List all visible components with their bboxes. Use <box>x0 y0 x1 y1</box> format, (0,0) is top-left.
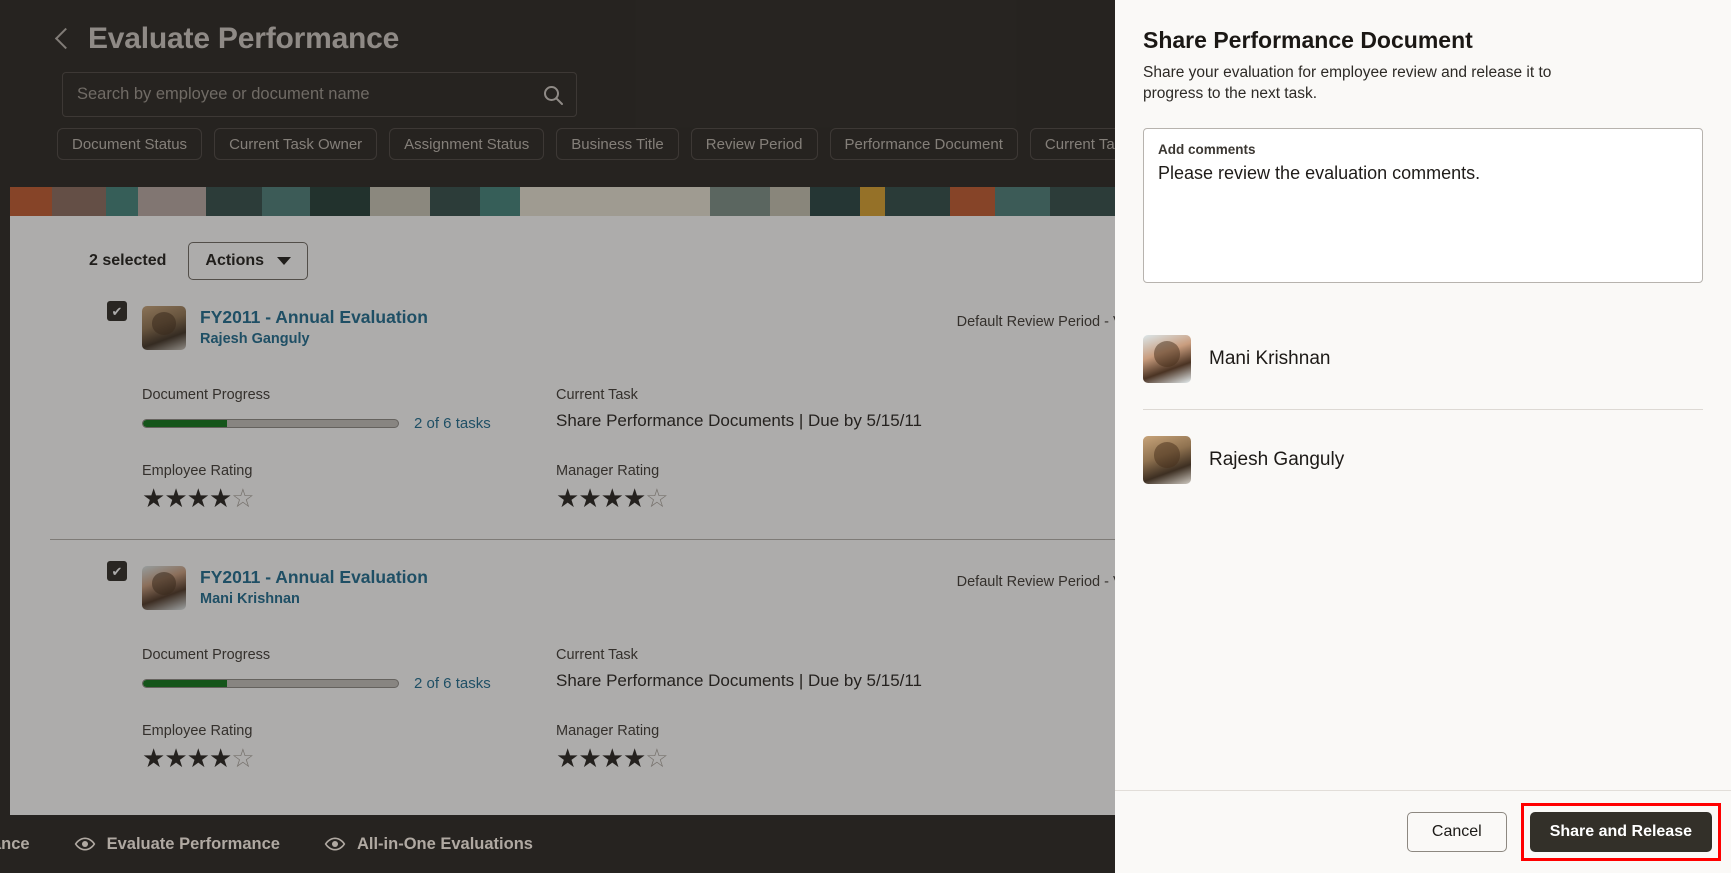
add-comments-box[interactable]: Add comments <box>1143 128 1703 283</box>
avatar <box>1143 436 1191 484</box>
shared-people-list: Mani Krishnan Rajesh Ganguly <box>1115 309 1731 510</box>
share-and-release-button[interactable]: Share and Release <box>1529 812 1712 852</box>
title-row: Evaluate Performance <box>0 0 1232 58</box>
manager-rating-label: Manager Rating <box>556 463 660 479</box>
filter-chip-document-status[interactable]: Document Status <box>57 128 203 160</box>
filter-chip-current-task-owner[interactable]: Current Task Owner <box>214 128 378 160</box>
document-progress-line: 2 of 6 tasks <box>142 675 556 692</box>
decorative-banner-image <box>10 187 1232 216</box>
row-name-block: FY2011 - Annual Evaluation Mani Krishnan <box>200 566 428 609</box>
progress-bar-fill <box>143 680 228 687</box>
person-name: Mani Krishnan <box>1209 348 1331 369</box>
progress-bar-fill <box>143 420 228 427</box>
add-comments-label: Add comments <box>1158 142 1256 157</box>
screen-root: Evaluate Performance Document Status Cur… <box>0 0 1731 873</box>
avatar <box>142 306 186 350</box>
document-title-link[interactable]: FY2011 - Annual Evaluation <box>200 306 428 329</box>
cancel-button[interactable]: Cancel <box>1406 812 1507 852</box>
panel-spacer <box>1115 510 1731 790</box>
filter-chip-performance-document[interactable]: Performance Document <box>829 128 1018 160</box>
nav-item-all-in-one-evaluations[interactable]: All-in-One Evaluations <box>302 833 555 855</box>
document-progress-block: Document Progress 2 of 6 tasks <box>142 646 556 692</box>
manager-rating-stars: ★★★★☆ <box>556 743 669 773</box>
add-comments-input[interactable] <box>1158 161 1688 261</box>
current-task-label: Current Task <box>556 387 638 403</box>
page-title: Evaluate Performance <box>88 22 400 55</box>
filter-chip-assignment-status[interactable]: Assignment Status <box>389 128 545 160</box>
employee-rating-label: Employee Rating <box>142 723 253 739</box>
document-progress-line: 2 of 6 tasks <box>142 415 556 432</box>
eye-icon <box>74 833 96 855</box>
document-progress-label: Document Progress <box>142 387 271 403</box>
table-row: FY2011 - Annual Evaluation Rajesh Gangul… <box>10 280 1232 540</box>
search-box[interactable] <box>62 72 577 117</box>
progress-tasks-link[interactable]: 2 of 6 tasks <box>414 415 491 432</box>
nav-item-evaluate-performance[interactable]: Evaluate Performance <box>52 833 302 855</box>
actions-button-label: Actions <box>205 252 265 269</box>
actions-button[interactable]: Actions <box>188 242 309 280</box>
document-title-link[interactable]: FY2011 - Annual Evaluation <box>200 566 428 589</box>
row-header: FY2011 - Annual Evaluation Mani Krishnan… <box>10 566 1232 610</box>
document-progress-label: Document Progress <box>142 647 271 663</box>
row-metrics: Document Progress 2 of 6 tasks Current T… <box>10 350 1232 432</box>
progress-bar <box>142 419 399 428</box>
avatar <box>142 566 186 610</box>
filter-chip-list: Document Status Current Task Owner Assig… <box>57 128 1147 160</box>
person-name: Rajesh Ganguly <box>1209 449 1345 470</box>
employee-name-link[interactable]: Mani Krishnan <box>200 589 428 609</box>
avatar <box>1143 335 1191 383</box>
share-performance-document-panel: Share Performance Document Share your ev… <box>1115 0 1731 873</box>
row-ratings: Employee Rating ★★★★☆ Manager Rating ★★★… <box>10 692 1232 773</box>
row-metrics: Document Progress 2 of 6 tasks Current T… <box>10 610 1232 692</box>
nav-item-label: ance <box>0 834 30 853</box>
document-progress-block: Document Progress 2 of 6 tasks <box>142 386 556 432</box>
highlight-outline: Share and Release <box>1520 803 1721 861</box>
row-ratings: Employee Rating ★★★★☆ Manager Rating ★★★… <box>10 432 1232 513</box>
selected-count: 2 selected <box>89 252 167 269</box>
page-header: Evaluate Performance Document Status Cur… <box>0 0 1232 193</box>
row-name-block: FY2011 - Annual Evaluation Rajesh Gangul… <box>200 306 428 349</box>
current-task-label: Current Task <box>556 647 638 663</box>
row-header: FY2011 - Annual Evaluation Rajesh Gangul… <box>10 306 1232 350</box>
list-item[interactable]: Rajesh Ganguly <box>1115 410 1731 510</box>
search-input[interactable] <box>63 85 530 104</box>
selection-toolbar: 2 selected Actions <box>10 216 1232 280</box>
panel-title: Share Performance Document <box>1143 27 1473 53</box>
filter-chip-review-period[interactable]: Review Period <box>690 128 818 160</box>
current-task-value: Share Performance Documents | Due by 5/1… <box>556 671 923 690</box>
employee-rating-stars: ★★★★☆ <box>142 743 255 773</box>
employee-rating-block: Employee Rating ★★★★☆ <box>142 722 556 773</box>
manager-rating-block: Manager Rating ★★★★☆ <box>556 722 1116 773</box>
nav-item-label: Evaluate Performance <box>106 834 280 853</box>
eye-icon <box>324 833 346 855</box>
employee-rating-stars: ★★★★☆ <box>142 483 255 513</box>
panel-subtitle: Share your evaluation for employee revie… <box>1143 64 1552 102</box>
manager-rating-label: Manager Rating <box>556 723 660 739</box>
panel-header: Share Performance Document Share your ev… <box>1115 0 1731 104</box>
chevron-left-icon[interactable] <box>50 22 72 56</box>
employee-name-link[interactable]: Rajesh Ganguly <box>200 329 428 349</box>
progress-tasks-link[interactable]: 2 of 6 tasks <box>414 675 491 692</box>
manager-rating-stars: ★★★★☆ <box>556 483 669 513</box>
current-task-value: Share Performance Documents | Due by 5/1… <box>556 411 923 430</box>
filter-chip-business-title[interactable]: Business Title <box>556 128 679 160</box>
current-task-block: Current Task Share Performance Documents… <box>556 386 1116 432</box>
employee-rating-block: Employee Rating ★★★★☆ <box>142 462 556 513</box>
search-icon[interactable] <box>530 73 576 116</box>
list-item[interactable]: Mani Krishnan <box>1115 309 1731 409</box>
current-task-block: Current Task Share Performance Documents… <box>556 646 1116 692</box>
card-body: 2 selected Actions FY2011 - Annual Evalu… <box>10 216 1232 773</box>
progress-bar <box>142 679 399 688</box>
table-row: FY2011 - Annual Evaluation Mani Krishnan… <box>10 540 1232 773</box>
employee-rating-label: Employee Rating <box>142 463 253 479</box>
chevron-down-icon <box>277 257 292 265</box>
bottom-navigation: ance Evaluate Performance All-in-One Eva… <box>0 815 1115 873</box>
nav-item-clipped[interactable]: ance <box>0 835 52 854</box>
manager-rating-block: Manager Rating ★★★★☆ <box>556 462 1116 513</box>
panel-footer: Cancel Share and Release <box>1115 790 1731 873</box>
evaluations-card: 2 selected Actions FY2011 - Annual Evalu… <box>10 187 1232 835</box>
nav-item-label: All-in-One Evaluations <box>356 834 533 853</box>
